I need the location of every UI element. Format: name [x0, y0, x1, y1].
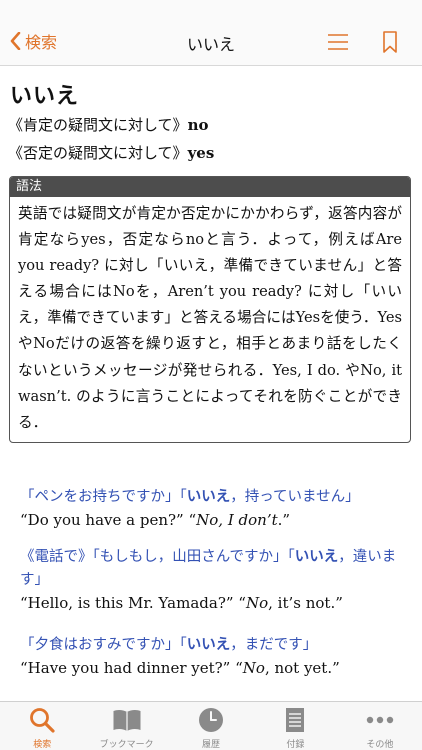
usage-note-title: 語法 — [10, 177, 410, 197]
example-ja-keyword: いいえ — [186, 637, 231, 653]
example-en-italic: No, I don’t — [196, 511, 278, 529]
sense-qualifier: 《肯定の疑問文に対して》 — [8, 116, 188, 134]
example-ja-keyword: いいえ — [186, 489, 231, 505]
sense-translation: no — [187, 116, 209, 134]
usage-note-box: 語法 英語では疑問文が肯定か否定かにかかわらず，返答内容が肯定ならyes，否定な… — [9, 176, 411, 443]
navigation-bar: 検索 いいえ — [0, 0, 422, 66]
tab-search[interactable]: 検索 — [0, 702, 84, 750]
example-item: 《電話で》「もしもし，山田さんですか」「いいえ，違います」 “Hello, is… — [20, 546, 412, 615]
example-en-text: .” — [277, 511, 291, 529]
tab-label: 検索 — [33, 740, 52, 750]
tab-label: ブックマーク — [99, 740, 154, 750]
tab-label: 付録 — [286, 740, 305, 750]
sense-item: 《否定の疑問文に対して》yes — [8, 142, 214, 163]
example-en-italic: No — [242, 659, 265, 677]
example-en-text: , it’s not.” — [268, 594, 343, 612]
tab-history[interactable]: 履歴 — [169, 702, 253, 750]
entry-content[interactable]: いいえ 《肯定の疑問文に対して》no 《否定の疑問文に対して》yes 語法 英語… — [0, 66, 422, 701]
sense-qualifier: 《否定の疑問文に対して》 — [8, 144, 188, 162]
example-ja-text: ，持っていません」 — [230, 489, 360, 505]
example-ja-keyword: いいえ — [294, 549, 339, 565]
example-english: “Do you have a pen?” “No, I don’t.” — [20, 509, 412, 532]
search-icon — [30, 708, 55, 733]
example-ja-text: ，まだです」 — [230, 637, 318, 653]
book-icon — [113, 709, 141, 731]
example-japanese: 《電話で》「もしもし，山田さんですか」「いいえ，違います」 — [20, 546, 412, 592]
menu-icon[interactable] — [327, 33, 349, 51]
example-item: 「ペンをお持ちですか」「いいえ，持っていません」 “Do you have a … — [20, 486, 412, 532]
more-icon — [366, 716, 394, 724]
tab-bar: 検索 ブックマーク 履歴 付録 その他 — [0, 701, 422, 750]
bookmark-icon[interactable] — [382, 31, 398, 53]
tab-appendix[interactable]: 付録 — [253, 702, 337, 750]
example-en-text: “Do you have a pen?” “ — [20, 511, 197, 529]
example-english: “Hello, is this Mr. Yamada?” “No, it’s n… — [20, 592, 412, 615]
tab-label: その他 — [366, 740, 394, 750]
sense-item: 《肯定の疑問文に対して》no — [8, 114, 208, 135]
usage-note-text: 英語では疑問文が肯定か否定かにかかわらず，返答内容が肯定ならyes，否定ならno… — [18, 205, 402, 431]
sense-translation: yes — [187, 144, 215, 162]
example-item: 「夕食はおすみですか」「いいえ，まだです」 “Have you had dinn… — [20, 634, 412, 680]
clock-icon — [199, 708, 224, 732]
example-ja-text: 《電話で》「もしもし，山田さんですか」「 — [20, 549, 295, 565]
page-title: いいえ — [186, 35, 235, 54]
example-japanese: 「夕食はおすみですか」「いいえ，まだです」 — [20, 634, 412, 657]
tab-bookmarks[interactable]: ブックマーク — [84, 702, 168, 750]
example-ja-text: 「夕食はおすみですか」「 — [20, 637, 187, 653]
example-en-text: , not yet.” — [264, 659, 340, 677]
example-english: “Have you had dinner yet?” “No, not yet.… — [20, 657, 412, 680]
tab-label: 履歴 — [202, 740, 221, 750]
example-japanese: 「ペンをお持ちですか」「いいえ，持っていません」 — [20, 486, 412, 509]
headword: いいえ — [10, 84, 80, 109]
example-en-text: “Have you had dinner yet?” “ — [20, 659, 243, 677]
example-ja-text: 「ペンをお持ちですか」「 — [20, 489, 187, 505]
document-icon — [286, 708, 305, 732]
tab-more[interactable]: その他 — [338, 702, 422, 750]
example-en-text: “Hello, is this Mr. Yamada?” “ — [20, 594, 246, 612]
example-en-italic: No — [245, 594, 269, 612]
